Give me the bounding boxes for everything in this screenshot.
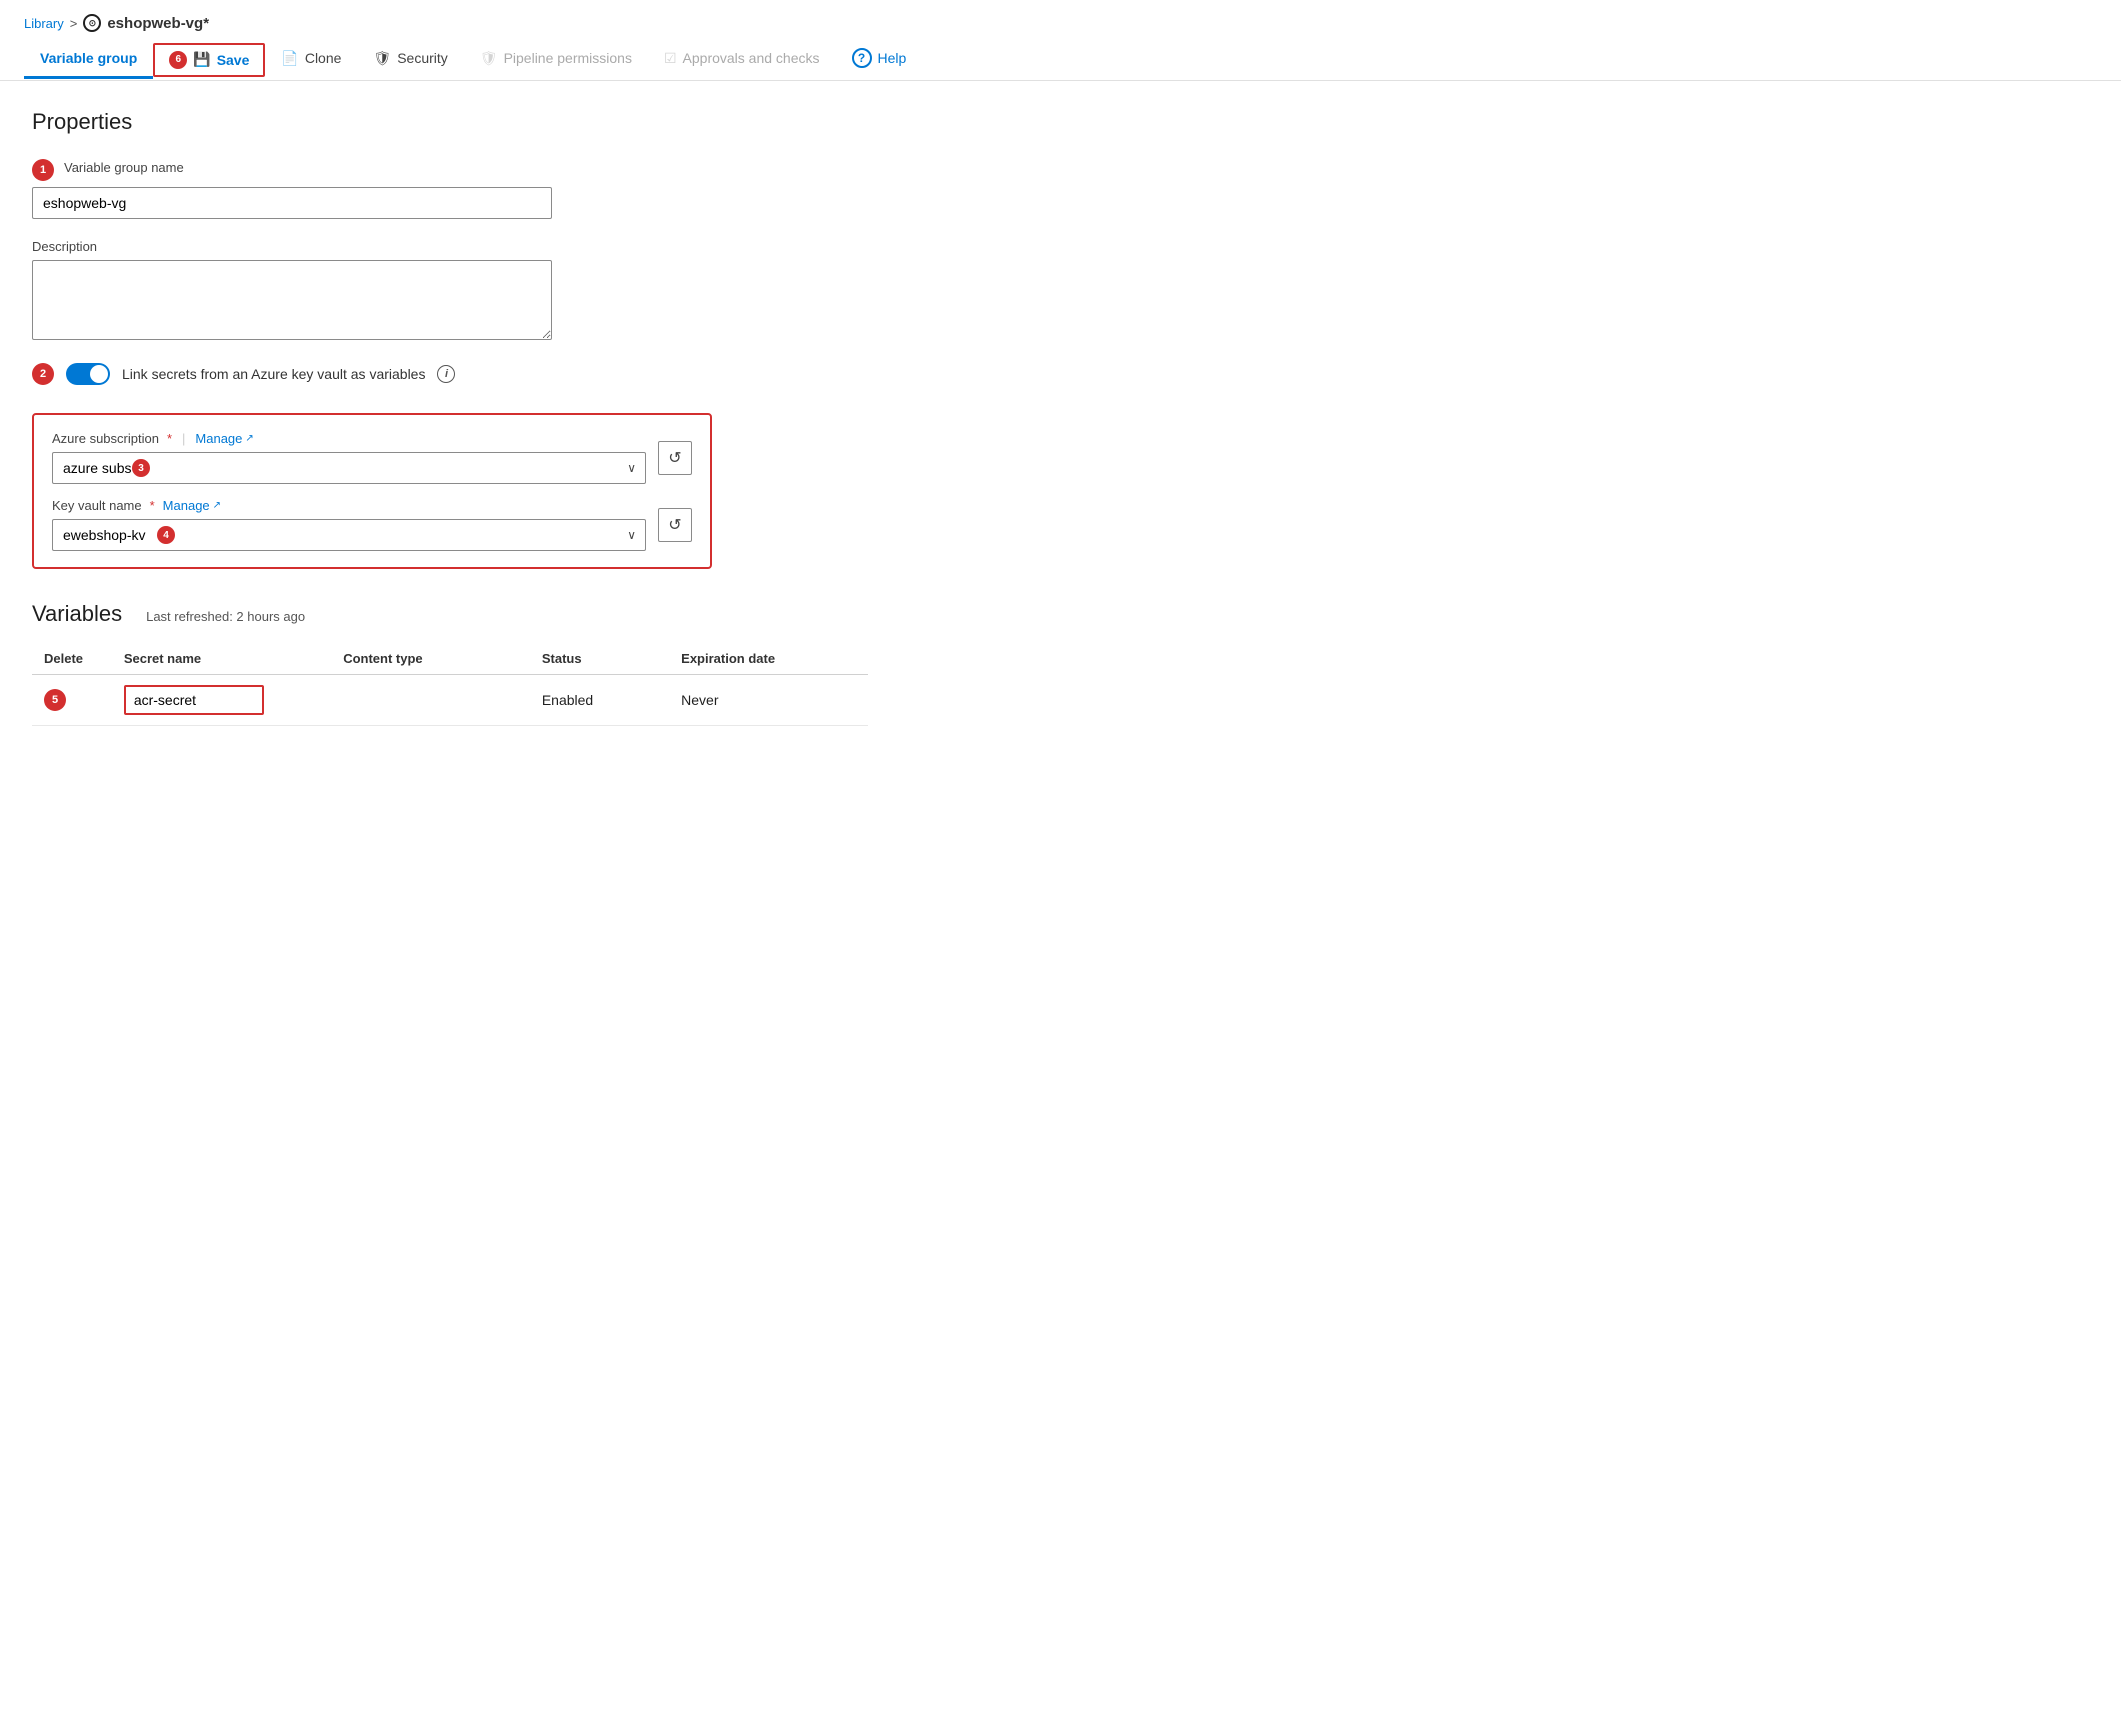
key-vault-manage-label: Manage xyxy=(163,498,210,513)
security-button[interactable]: 🛡 Security xyxy=(357,40,463,80)
variable-group-name-field: 1 Variable group name xyxy=(32,159,868,219)
col-header-secret-name: Secret name xyxy=(112,643,331,675)
col-header-content-type: Content type xyxy=(331,643,530,675)
help-button[interactable]: ? Help xyxy=(836,38,923,81)
breadcrumb-icon: ⊙ xyxy=(83,14,101,32)
azure-subscription-row: Azure subscription * | Manage ↗ azure su… xyxy=(52,431,692,484)
description-input[interactable] xyxy=(32,260,552,340)
pipeline-shield-icon: 🛡 xyxy=(480,50,498,67)
key-vault-row: Key vault name * Manage ↗ ewebshop-kv 4 … xyxy=(52,498,692,551)
vault-section: Azure subscription * | Manage ↗ azure su… xyxy=(32,413,712,569)
security-label: Security xyxy=(397,50,448,66)
key-vault-external-link-icon: ↗ xyxy=(213,500,221,511)
security-shield-icon: 🛡 xyxy=(373,50,391,67)
key-vault-select[interactable]: ewebshop-kv xyxy=(52,519,646,551)
approvals-button[interactable]: ☑ Approvals and checks xyxy=(648,40,836,80)
save-button[interactable]: 6 💾 Save xyxy=(153,43,265,77)
pipeline-permissions-label: Pipeline permissions xyxy=(504,50,632,66)
key-vault-refresh-icon: ↺ xyxy=(668,515,681,535)
help-icon: ? xyxy=(852,48,872,68)
description-label: Description xyxy=(32,239,868,254)
main-content: Properties 1 Variable group name Descrip… xyxy=(0,81,900,754)
breadcrumb-separator: > xyxy=(70,16,78,31)
variables-header: Variables Last refreshed: 2 hours ago xyxy=(32,601,868,627)
step2-badge: 2 xyxy=(32,363,54,385)
info-icon: i xyxy=(437,365,455,383)
pipe-separator: | xyxy=(182,431,185,446)
subscription-manage-label: Manage xyxy=(195,431,242,446)
key-vault-required: * xyxy=(150,498,155,513)
variables-table: Delete Secret name Content type Status E… xyxy=(32,643,868,726)
key-vault-label: Key vault name * Manage ↗ xyxy=(52,498,646,513)
tab-variable-group[interactable]: Variable group xyxy=(24,40,153,79)
save-badge: 6 xyxy=(169,51,187,69)
breadcrumb-library-link[interactable]: Library xyxy=(24,16,64,31)
table-row: 5 Enabled Never xyxy=(32,675,868,726)
variables-table-body: 5 Enabled Never xyxy=(32,675,868,726)
col-header-status: Status xyxy=(530,643,669,675)
properties-title: Properties xyxy=(32,109,868,135)
subscription-required: * xyxy=(167,431,172,446)
subscription-select-container: azure subs 3 ∨ xyxy=(52,452,646,484)
key-vault-manage-link[interactable]: Manage ↗ xyxy=(163,498,221,513)
subscription-refresh-button[interactable]: ↺ xyxy=(658,441,692,475)
toggle-label: Link secrets from an Azure key vault as … xyxy=(122,366,425,382)
refresh-icon: ↺ xyxy=(668,448,681,468)
save-label: Save xyxy=(217,52,250,68)
clone-label: Clone xyxy=(305,50,342,66)
external-link-icon: ↗ xyxy=(245,433,253,444)
delete-cell: 5 xyxy=(32,675,112,726)
approvals-icon: ☑ xyxy=(664,50,677,67)
key-vault-select-container: ewebshop-kv 4 ∨ xyxy=(52,519,646,551)
content-type-cell xyxy=(331,675,530,726)
clone-icon: 📄 xyxy=(281,50,298,67)
subscription-label-text: Azure subscription xyxy=(52,431,159,446)
variables-table-header: Delete Secret name Content type Status E… xyxy=(32,643,868,675)
breadcrumb-current-page: eshopweb-vg* xyxy=(107,15,209,32)
subscription-manage-link[interactable]: Manage ↗ xyxy=(195,431,253,446)
azure-keyvault-toggle[interactable] xyxy=(66,363,110,385)
save-icon: 💾 xyxy=(193,51,210,68)
step1-badge: 1 xyxy=(32,159,54,181)
description-field: Description xyxy=(32,239,868,343)
col-header-delete: Delete xyxy=(32,643,112,675)
variable-group-tab-label: Variable group xyxy=(40,50,137,66)
azure-subscription-label: Azure subscription * | Manage ↗ xyxy=(52,431,646,446)
help-label: Help xyxy=(878,50,907,66)
pipeline-permissions-button[interactable]: 🛡 Pipeline permissions xyxy=(464,40,648,80)
variables-title: Variables xyxy=(32,601,122,627)
key-vault-refresh-button[interactable]: ↺ xyxy=(658,508,692,542)
azure-keyvault-toggle-row: 2 Link secrets from an Azure key vault a… xyxy=(32,363,868,385)
expiration-date-cell: Never xyxy=(669,675,868,726)
subscription-select-wrapper: azure subs 3 ∨ xyxy=(52,452,646,484)
last-refreshed-label: Last refreshed: 2 hours ago xyxy=(146,609,305,624)
azure-subscription-select[interactable]: azure subs xyxy=(52,452,646,484)
breadcrumb: Library > ⊙ eshopweb-vg* xyxy=(0,0,2121,38)
step5-badge: 5 xyxy=(44,689,66,711)
name-label: Variable group name xyxy=(64,160,184,175)
clone-button[interactable]: 📄 Clone xyxy=(265,40,357,80)
status-cell: Enabled xyxy=(530,675,669,726)
secret-name-cell xyxy=(112,675,331,726)
key-vault-select-wrapper: ewebshop-kv 4 ∨ xyxy=(52,519,646,551)
key-vault-label-text: Key vault name xyxy=(52,498,142,513)
toolbar: Variable group 6 💾 Save 📄 Clone 🛡 Securi… xyxy=(0,38,2121,81)
approvals-label: Approvals and checks xyxy=(683,50,820,66)
col-header-expiration-date: Expiration date xyxy=(669,643,868,675)
key-vault-field: Key vault name * Manage ↗ ewebshop-kv 4 … xyxy=(52,498,646,551)
secret-name-input[interactable] xyxy=(124,685,264,715)
variable-group-name-input[interactable] xyxy=(32,187,552,219)
azure-subscription-field: Azure subscription * | Manage ↗ azure su… xyxy=(52,431,646,484)
